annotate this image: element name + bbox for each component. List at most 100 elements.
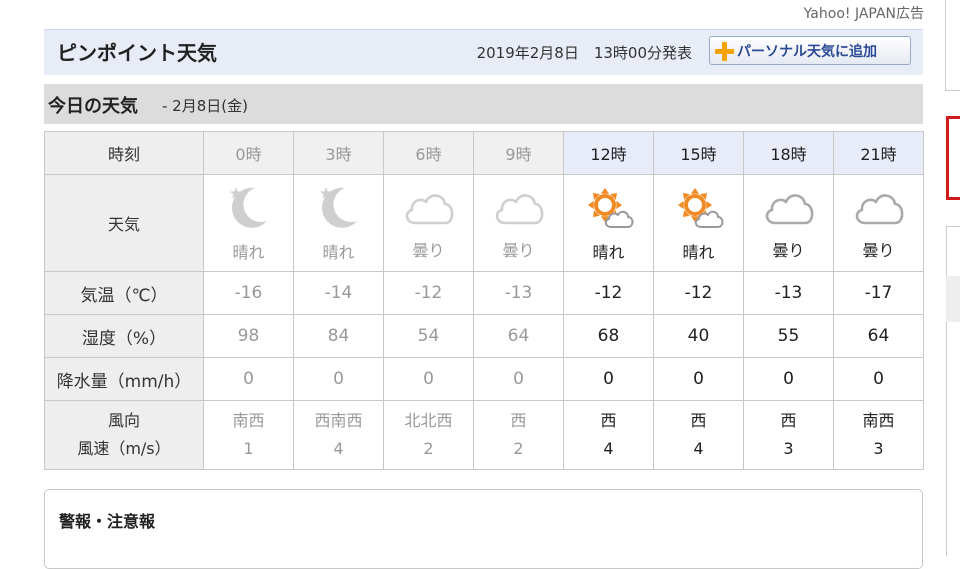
wind-cell: 北北西 2 (383, 400, 474, 470)
wind-speed: 3 (783, 439, 794, 458)
wind-speed: 2 (513, 439, 524, 458)
wind-speed: 2 (423, 439, 434, 458)
temp-cell: -13 (743, 271, 834, 315)
today-section-header: 今日の天気 - 2月8日(金) (44, 84, 923, 124)
wind-direction: 西 (510, 411, 527, 430)
row-label-wind-dir: 風向 (107, 411, 140, 430)
humidity-cell: 55 (743, 314, 834, 358)
humidity-cell: 98 (203, 314, 294, 358)
temp-cell: -16 (203, 271, 294, 315)
rain-cell: 0 (473, 357, 564, 401)
page-title: ピンポイント天気 (57, 41, 217, 65)
row-label-rain: 降水量（mm/h） (44, 357, 204, 401)
weather-cell: 曇り (743, 174, 834, 272)
temp-cell: -14 (293, 271, 384, 315)
time-header: 0時 (203, 131, 294, 175)
wind-speed: 4 (693, 439, 704, 458)
cloud-icon (384, 185, 473, 233)
temp-cell: -12 (653, 271, 744, 315)
plus-icon (714, 41, 734, 61)
wind-direction: 西 (780, 411, 797, 430)
hourly-forecast-table: 時刻 0時 3時 6時 9時 12時 15時 18時 21時 天気 晴れ 晴れ 曇り 曇り 晴… (44, 131, 924, 470)
sun-cloud-icon (654, 183, 743, 235)
rain-cell: 0 (653, 357, 744, 401)
wind-direction: 西南西 (314, 411, 363, 430)
alerts-panel: 警報・注意報 (44, 489, 923, 569)
moon-icon (294, 183, 383, 235)
wind-cell: 西2 (473, 400, 564, 470)
row-label-humidity: 湿度（%） (44, 314, 204, 358)
today-date: - 2月8日(金) (162, 97, 248, 115)
humidity-cell: 54 (383, 314, 474, 358)
temp-cell: -12 (383, 271, 474, 315)
weather-label: 晴れ (682, 243, 715, 262)
weather-label: 晴れ (592, 243, 625, 262)
weather-label: 晴れ (232, 243, 265, 262)
time-header: 3時 (293, 131, 384, 175)
temp-cell: -12 (563, 271, 654, 315)
time-header: 12時 (563, 131, 654, 175)
temp-cell: -13 (473, 271, 564, 315)
time-header: 15時 (653, 131, 744, 175)
wind-direction: 西 (600, 411, 617, 430)
humidity-cell: 68 (563, 314, 654, 358)
wind-cell: 西南西 4 (293, 400, 384, 470)
sun-cloud-icon (564, 183, 653, 235)
row-label-time: 時刻 (44, 131, 204, 175)
rain-cell: 0 (563, 357, 654, 401)
moon-icon (204, 183, 293, 235)
rain-cell: 0 (293, 357, 384, 401)
wind-cell: 西4 (563, 400, 654, 470)
weather-cell: 晴れ (563, 174, 654, 272)
wind-cell: 西4 (653, 400, 744, 470)
wind-direction: 南西 (862, 411, 895, 430)
humidity-cell: 40 (653, 314, 744, 358)
wind-cell: 南西 1 (203, 400, 294, 470)
weather-label: 曇り (772, 241, 805, 260)
alerts-title: 警報・注意報 (59, 512, 156, 531)
weather-label: 晴れ (322, 243, 355, 262)
wind-direction: 南西 (232, 411, 265, 430)
weather-label: 曇り (502, 241, 535, 260)
today-title: 今日の天気 (48, 96, 138, 117)
weather-cell: 晴れ (653, 174, 744, 272)
row-label-temp: 気温（℃） (44, 271, 204, 315)
time-header: 18時 (743, 131, 834, 175)
time-header: 21時 (833, 131, 924, 175)
weather-cell: 晴れ (203, 174, 294, 272)
rain-cell: 0 (833, 357, 924, 401)
sidebar-box (945, 0, 960, 91)
rain-cell: 0 (203, 357, 294, 401)
rain-cell: 0 (383, 357, 474, 401)
sidebar-alert-box[interactable] (946, 116, 960, 200)
wind-cell: 西3 (743, 400, 834, 470)
humidity-cell: 84 (293, 314, 384, 358)
weather-label: 曇り (412, 241, 445, 260)
wind-speed: 4 (603, 439, 614, 458)
wind-speed: 3 (873, 439, 884, 458)
cloud-icon (474, 185, 563, 233)
row-label-wind-speed: 風速（m/s） (77, 439, 171, 458)
add-personal-weather-label: パーソナル天気に追加 (737, 43, 877, 60)
sidebar-tab[interactable] (946, 276, 960, 322)
time-header: 6時 (383, 131, 474, 175)
wind-speed: 1 (243, 439, 254, 458)
rain-cell: 0 (743, 357, 834, 401)
cloud-icon (834, 185, 923, 233)
announce-time: 2019年2月8日 13時00分発表 (476, 44, 692, 62)
ad-label[interactable]: Yahoo! JAPAN広告 (804, 3, 924, 23)
weather-cell: 曇り (383, 174, 474, 272)
wind-direction: 北北西 (404, 411, 453, 430)
weather-cell: 晴れ (293, 174, 384, 272)
weather-label: 曇り (862, 241, 895, 260)
row-label-weather: 天気 (44, 174, 204, 272)
humidity-cell: 64 (833, 314, 924, 358)
wind-direction: 西 (690, 411, 707, 430)
humidity-cell: 64 (473, 314, 564, 358)
wind-speed: 4 (333, 439, 344, 458)
temp-cell: -17 (833, 271, 924, 315)
wind-cell: 南西 3 (833, 400, 924, 470)
add-personal-weather-button[interactable]: パーソナル天気に追加 (709, 36, 911, 65)
cloud-icon (744, 185, 833, 233)
time-header: 9時 (473, 131, 564, 175)
